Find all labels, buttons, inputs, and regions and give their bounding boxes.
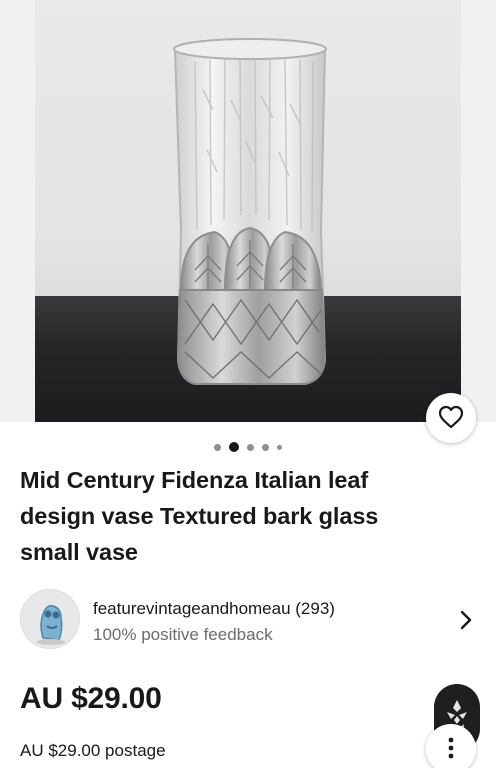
more-options-button[interactable] <box>426 724 476 768</box>
seller-feedback: 100% positive feedback <box>93 625 273 644</box>
listing-title: Mid Century Fidenza Italian leaf design … <box>20 467 379 565</box>
listing-price: AU $29.00 <box>20 682 162 715</box>
seller-info[interactable]: featurevintageandhomeau (293) 100% posit… <box>20 589 480 649</box>
gallery-dot[interactable] <box>247 443 254 451</box>
gallery-dot[interactable] <box>262 443 269 451</box>
listing-image-gallery[interactable] <box>0 0 496 422</box>
heart-outline-icon <box>438 405 464 432</box>
gallery-dot[interactable] <box>277 444 282 450</box>
postage-cost: AU $29.00 postage <box>20 741 166 760</box>
gallery-dot[interactable] <box>214 443 221 451</box>
vase-illustration <box>173 38 327 385</box>
seller-avatar[interactable] <box>20 589 80 649</box>
favorite-button[interactable] <box>426 393 476 443</box>
listing-photo[interactable] <box>35 0 461 422</box>
gallery-dot-active[interactable] <box>229 442 239 452</box>
gallery-pagination <box>0 442 496 452</box>
chevron-right-icon[interactable] <box>456 609 476 631</box>
seller-name[interactable]: featurevintageandhomeau (293) <box>93 599 335 619</box>
more-vertical-icon <box>448 737 454 762</box>
